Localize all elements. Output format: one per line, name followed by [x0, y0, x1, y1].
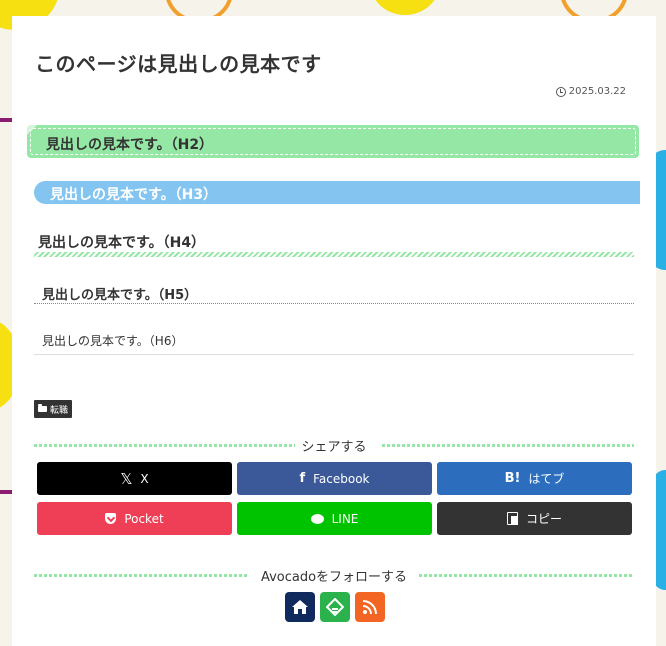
post-date: 2025.03.22: [555, 86, 626, 97]
hatena-bookmark-icon: B!: [504, 471, 521, 486]
share-buttons: 𝕏 X f Facebook B! はてブ Pocket LINE コピー: [37, 462, 632, 535]
heading-h4-text: 見出しの見本です。（H4）: [38, 235, 206, 251]
share-copy-label: コピー: [525, 512, 562, 526]
pocket-icon: [105, 513, 117, 524]
share-hatena-label: はてブ: [528, 472, 565, 486]
follow-feedly-button[interactable]: [320, 592, 350, 622]
share-facebook-label: Facebook: [313, 471, 370, 486]
share-hatena-button[interactable]: B! はてブ: [437, 462, 632, 495]
feedly-icon: [326, 598, 344, 616]
share-heading-text: シェアする: [295, 440, 373, 455]
facebook-icon: f: [299, 471, 306, 486]
copy-icon: [506, 512, 518, 525]
h4-stripe-underline: [34, 252, 634, 257]
rss-icon: [362, 600, 377, 615]
share-line-label: LINE: [331, 511, 359, 526]
folder-icon: [38, 404, 47, 412]
share-pocket-label: Pocket: [124, 511, 164, 526]
follow-rss-button[interactable]: [355, 592, 385, 622]
share-facebook-button[interactable]: f Facebook: [237, 462, 432, 495]
follow-heading: Avocadoをフォローする: [34, 566, 634, 585]
heading-h6: 見出しの見本です。（H6）: [34, 329, 634, 355]
share-line-button[interactable]: LINE: [237, 502, 432, 535]
share-heading: シェアする: [34, 436, 634, 455]
page-title: このページは見出しの見本です: [35, 52, 322, 76]
heading-h2: 見出しの見本です。（H2）: [27, 125, 639, 158]
heading-h5-text: 見出しの見本です。（H5）: [42, 288, 198, 303]
article-card: このページは見出しの見本です 2025.03.22 見出しの見本です。（H2） …: [12, 16, 656, 646]
heading-h3: 見出しの見本です。（H3）: [34, 181, 640, 204]
heading-h5: 見出しの見本です。（H5）: [34, 282, 634, 304]
line-icon: [310, 513, 324, 524]
follow-heading-text: Avocadoをフォローする: [254, 570, 414, 585]
share-pocket-button[interactable]: Pocket: [37, 502, 232, 535]
category-tag[interactable]: 転職: [34, 400, 73, 418]
x-icon: 𝕏: [120, 469, 133, 488]
clock-icon: [555, 86, 566, 97]
heading-h4: 見出しの見本です。（H4）: [34, 231, 634, 257]
h2-corner-fold: [27, 125, 37, 135]
share-copy-button[interactable]: コピー: [437, 502, 632, 535]
heading-h6-text: 見出しの見本です。（H6）: [42, 334, 184, 348]
post-date-text: 2025.03.22: [568, 86, 626, 97]
follow-home-button[interactable]: [285, 592, 315, 622]
share-x-label: X: [140, 471, 149, 486]
share-x-button[interactable]: 𝕏 X: [37, 462, 232, 495]
home-icon: [292, 600, 308, 614]
heading-h2-text: 見出しの見本です。（H2）: [46, 137, 214, 153]
heading-h3-text: 見出しの見本です。（H3）: [50, 187, 218, 203]
category-tag-label: 転職: [50, 405, 69, 416]
follow-buttons: [285, 592, 385, 622]
